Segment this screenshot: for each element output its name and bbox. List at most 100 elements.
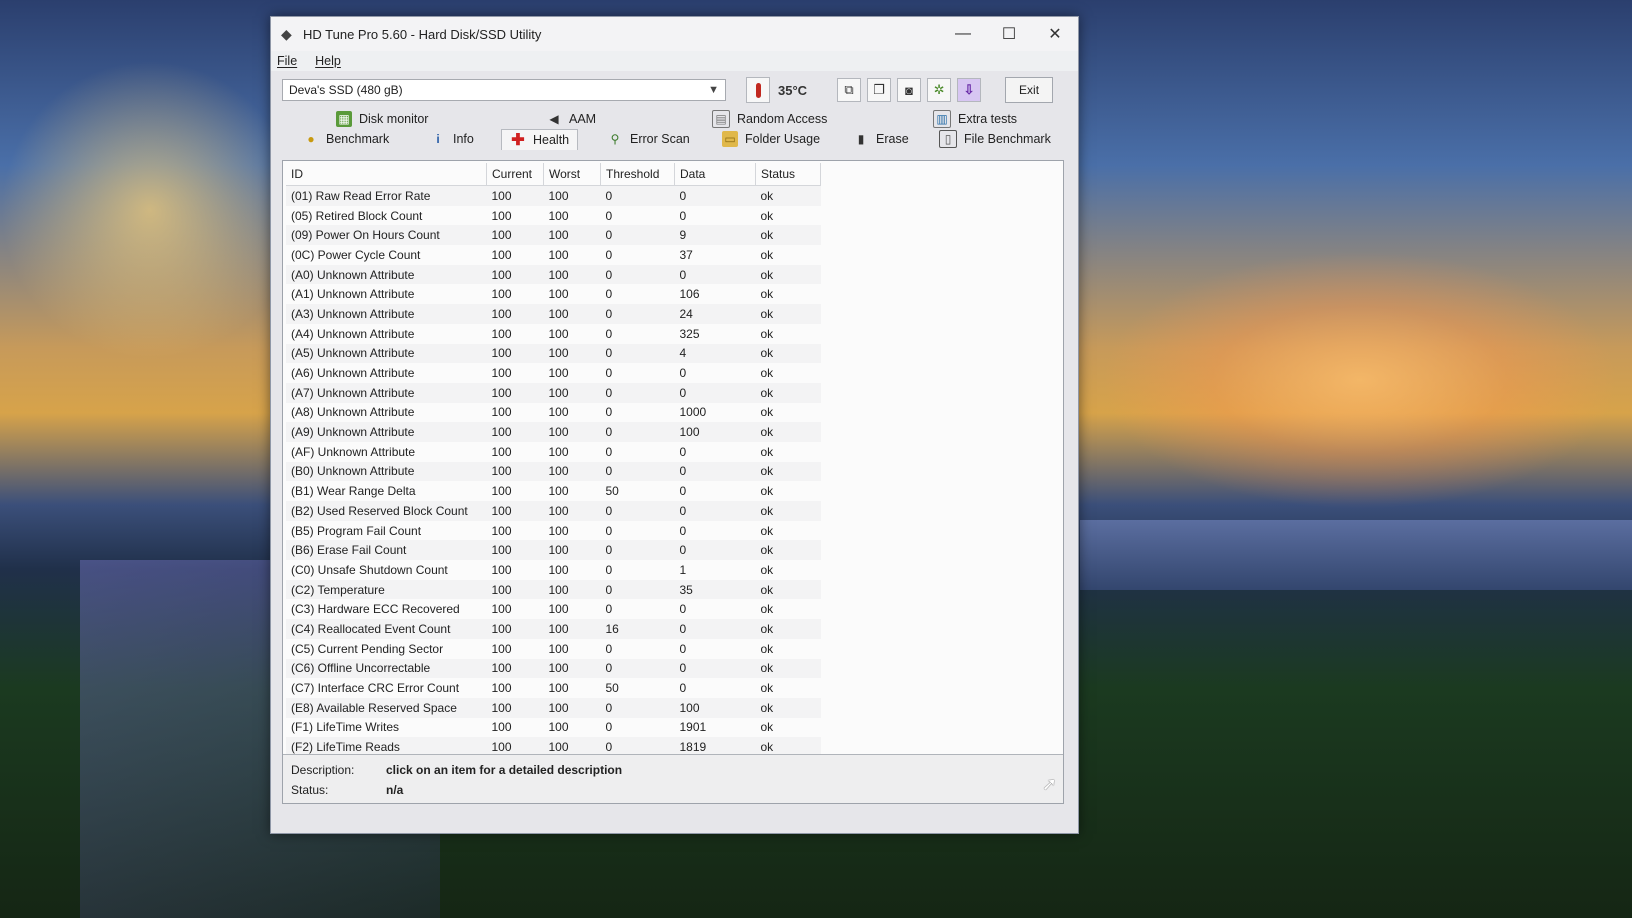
header-id[interactable]: ID <box>286 163 487 186</box>
attr-id: (01) Raw Read Error Rate <box>286 185 487 206</box>
table-row[interactable]: (A9) Unknown Attribute 100 100 0 100 ok <box>286 422 821 442</box>
table-row[interactable]: (09) Power On Hours Count 100 100 0 9 ok <box>286 225 821 246</box>
tab-folder-usage-label: Folder Usage <box>745 132 821 146</box>
attr-id: (A5) Unknown Attribute <box>286 343 487 364</box>
attr-data: 0 <box>679 602 687 617</box>
table-row[interactable]: (05) Retired Block Count 100 100 0 0 ok <box>286 206 821 226</box>
menu-help[interactable]: Help <box>315 54 341 68</box>
description-label: Description: <box>291 763 355 777</box>
attr-threshold: 0 <box>605 641 613 656</box>
tab-file-benchmark[interactable]: ▯ File Benchmark <box>939 129 1051 149</box>
attr-current: 100 <box>491 208 512 223</box>
tab-erase[interactable]: ▮ Erase <box>853 129 909 149</box>
header-threshold[interactable]: Threshold <box>600 163 675 186</box>
attr-data: 0 <box>679 641 687 656</box>
attr-status: ok <box>760 720 774 735</box>
extra-tests-icon: ▥ <box>933 110 951 128</box>
attr-status: ok <box>755 540 821 561</box>
attr-id: (A4) Unknown Attribute <box>291 326 415 341</box>
table-row[interactable]: (C4) Reallocated Event Count 100 100 16 0 ok <box>286 619 821 639</box>
table-row[interactable]: (C0) Unsafe Shutdown Count 100 100 0 1 ok <box>286 560 821 580</box>
table-row[interactable]: (B1) Wear Range Delta 100 100 50 0 ok <box>286 481 821 501</box>
table-row[interactable]: (A1) Unknown Attribute 100 100 0 106 ok <box>286 284 821 304</box>
table-row[interactable]: (C6) Offline Uncorrectable 100 100 0 0 ok <box>286 658 821 679</box>
drive-select[interactable]: Deva's SSD (480 gB) ▼ <box>282 79 726 101</box>
table-row[interactable]: (A8) Unknown Attribute 100 100 0 1000 ok <box>286 403 821 423</box>
attr-status: ok <box>760 326 774 341</box>
download-icon[interactable]: ⇩ <box>957 78 982 102</box>
header-worst[interactable]: Worst <box>543 163 601 186</box>
table-row[interactable]: (C7) Interface CRC Error Count 100 100 50 0 o… <box>286 678 821 698</box>
tab-folder-usage[interactable]: ▭ Folder Usage <box>722 129 820 149</box>
health-cross-icon: ✚ <box>511 131 525 149</box>
menu-file[interactable]: File <box>277 54 297 68</box>
attr-status: ok <box>755 619 821 639</box>
attr-current: 100 <box>486 501 544 521</box>
table-row[interactable]: (A5) Unknown Attribute 100 100 0 4 ok <box>286 343 821 364</box>
copy-all-icon[interactable]: ❐ <box>867 78 892 102</box>
attr-id: (B0) Unknown Attribute <box>286 461 487 482</box>
table-row[interactable]: (E8) Available Reserved Space 100 100 0 100 o… <box>286 697 821 718</box>
attr-current: 100 <box>486 225 544 246</box>
table-row[interactable]: (A6) Unknown Attribute 100 100 0 0 ok <box>286 363 821 383</box>
table-row[interactable]: (C5) Current Pending Sector 100 100 0 0 ok <box>286 639 821 659</box>
attr-id: (F1) LifeTime Writes <box>291 720 400 735</box>
tabs-row-2: ● Benchmark i Info ✚ Health ⚲ Error Scan… <box>271 128 1078 150</box>
table-row[interactable]: (0C) Power Cycle Count 100 100 0 37 ok <box>286 245 821 265</box>
table-row[interactable]: (B2) Used Reserved Block Count 100 100 0 0 ok <box>286 501 821 521</box>
folder-icon: ▭ <box>722 131 738 147</box>
status-line: Status: n/a <box>291 783 403 797</box>
attr-threshold: 0 <box>605 523 613 538</box>
copy-icon[interactable]: ⧉ <box>837 78 862 102</box>
attr-current: 100 <box>491 523 512 538</box>
attr-threshold: 0 <box>600 540 675 561</box>
attr-id: (AF) Unknown Attribute <box>291 444 416 459</box>
table-row[interactable]: (A0) Unknown Attribute 100 100 0 0 ok <box>286 264 821 285</box>
tab-error-scan[interactable]: ⚲ Error Scan <box>607 129 690 149</box>
attr-current: 100 <box>491 287 512 302</box>
maximize-button[interactable]: ☐ <box>986 17 1032 51</box>
attr-threshold: 0 <box>605 444 613 459</box>
close-button[interactable]: ✕ <box>1032 17 1078 51</box>
table-row[interactable]: (A4) Unknown Attribute 100 100 0 325 ok <box>286 324 821 344</box>
table-row[interactable]: (B5) Program Fail Count 100 100 0 0 ok <box>286 521 821 541</box>
table-row[interactable]: (C2) Temperature 100 100 0 35 ok <box>286 579 821 600</box>
attr-threshold: 0 <box>605 405 613 420</box>
table-row[interactable]: (C3) Hardware ECC Recovered 100 100 0 0 ok <box>286 599 821 619</box>
attr-worst: 100 <box>548 444 569 459</box>
table-row[interactable]: (AF) Unknown Attribute 100 100 0 0 ok <box>286 442 821 462</box>
table-row[interactable]: (01) Raw Read Error Rate 100 100 0 0 ok <box>286 185 821 206</box>
tab-aam[interactable]: ◀ AAM <box>546 109 596 129</box>
table-row[interactable]: (B6) Erase Fail Count 100 100 0 0 ok <box>286 540 821 561</box>
tab-disk-monitor[interactable]: ▦ Disk monitor <box>336 109 428 129</box>
table-row[interactable]: (B0) Unknown Attribute 100 100 0 0 ok <box>286 461 821 482</box>
attr-worst: 100 <box>543 461 601 482</box>
tab-extra-tests[interactable]: ▥ Extra tests <box>933 109 1017 129</box>
background-sea <box>1080 520 1632 590</box>
header-current[interactable]: Current <box>486 163 544 186</box>
attr-data: 100 <box>674 697 756 718</box>
title-bar[interactable]: ◆ HD Tune Pro 5.60 - Hard Disk/SSD Utili… <box>271 17 1078 51</box>
table-row[interactable]: (F1) LifeTime Writes 100 100 0 1901 ok <box>286 718 821 738</box>
header-status[interactable]: Status <box>755 163 821 186</box>
attr-current: 100 <box>486 185 544 206</box>
smart-table-container[interactable]: ID Current Worst Threshold Data Status (… <box>286 163 1060 775</box>
options-icon[interactable]: ✲ <box>927 78 952 102</box>
header-data[interactable]: Data <box>674 163 756 186</box>
minimize-button[interactable]: — <box>940 17 986 51</box>
attr-id: (A7) Unknown Attribute <box>286 382 487 403</box>
tab-info-label: Info <box>453 132 474 146</box>
table-row[interactable]: (A7) Unknown Attribute 100 100 0 0 ok <box>286 382 821 403</box>
exit-button[interactable]: Exit <box>1005 77 1054 103</box>
camera-icon[interactable]: ◙ <box>897 78 922 102</box>
tab-benchmark[interactable]: ● Benchmark <box>303 129 389 149</box>
tab-random-access[interactable]: ▤ Random Access <box>712 109 827 129</box>
table-row[interactable]: (A3) Unknown Attribute 100 100 0 24 ok <box>286 304 821 324</box>
attr-worst: 100 <box>548 366 569 381</box>
attr-status: ok <box>760 247 774 262</box>
attr-threshold: 0 <box>600 658 675 679</box>
magnifier-icon: ⚲ <box>610 132 620 146</box>
tab-health[interactable]: ✚ Health <box>501 128 579 150</box>
tab-info[interactable]: i Info <box>430 129 474 149</box>
attr-id: (B1) Wear Range Delta <box>291 484 416 499</box>
